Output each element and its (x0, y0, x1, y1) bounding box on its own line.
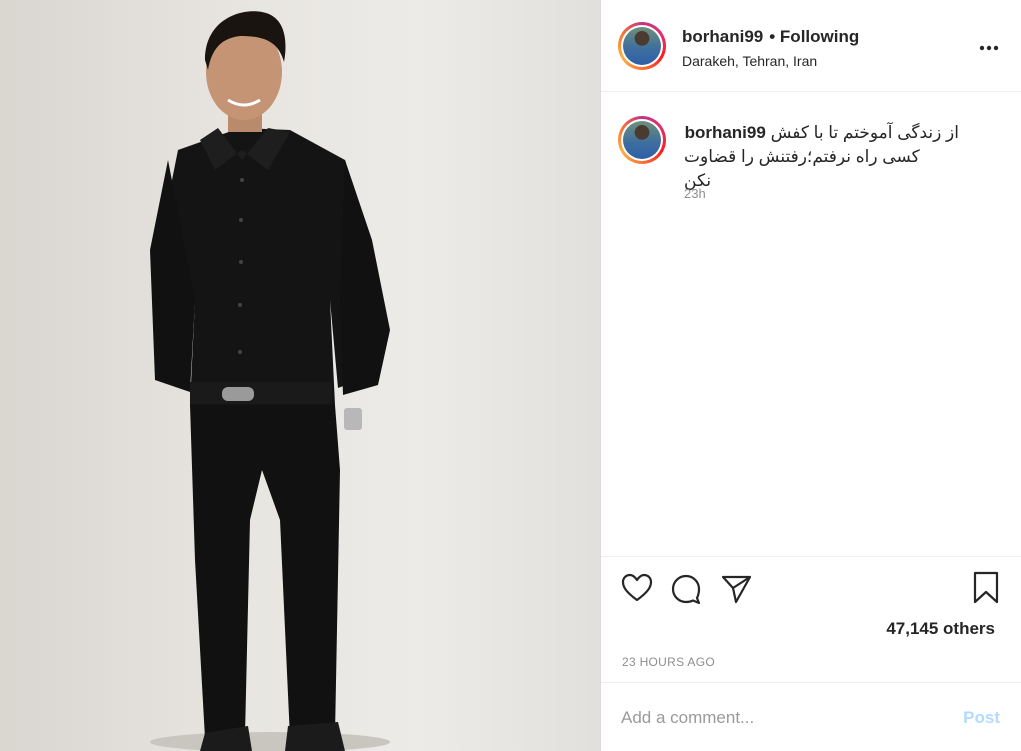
post-photo[interactable] (0, 0, 600, 751)
more-horizontal-icon[interactable] (977, 38, 1001, 58)
caption-area: از زندگی آموختم تا با کفش borhani99 کسی … (601, 92, 1021, 556)
comment-bar: Post (601, 682, 1021, 751)
comment-input[interactable] (621, 705, 941, 731)
caption-timestamp[interactable]: 23h (684, 186, 706, 201)
heart-icon[interactable] (621, 573, 653, 608)
posted-time[interactable]: 23 HOURS AGO (622, 655, 715, 669)
post-header: borhani99 • Following Darakeh, Tehran, I… (601, 0, 1021, 92)
caption-line-2: کسی راه نرفتم؛رفتنش را قضاوت نکن (684, 147, 920, 190)
following-status[interactable]: • Following (769, 27, 859, 47)
author-username[interactable]: borhani99 (682, 27, 763, 47)
author-avatar[interactable] (618, 22, 666, 70)
bookmark-icon[interactable] (972, 571, 1000, 610)
caption-block: از زندگی آموختم تا با کفش borhani99 کسی … (684, 121, 959, 193)
post-actions: 47,145 others 23 HOURS AGO (601, 556, 1021, 682)
caption-username[interactable]: borhani99 (685, 123, 766, 142)
likes-count[interactable]: 47,145 others (886, 619, 995, 639)
caption-avatar[interactable] (618, 116, 666, 164)
post-location[interactable]: Darakeh, Tehran, Iran (682, 53, 817, 69)
post-sidebar: borhani99 • Following Darakeh, Tehran, I… (600, 0, 1021, 751)
caption-line-1: از زندگی آموختم تا با کفش (770, 123, 959, 142)
comment-icon[interactable] (670, 573, 702, 610)
person-photo (150, 11, 390, 751)
share-icon[interactable] (720, 573, 752, 610)
post-comment-button[interactable]: Post (963, 708, 1000, 728)
